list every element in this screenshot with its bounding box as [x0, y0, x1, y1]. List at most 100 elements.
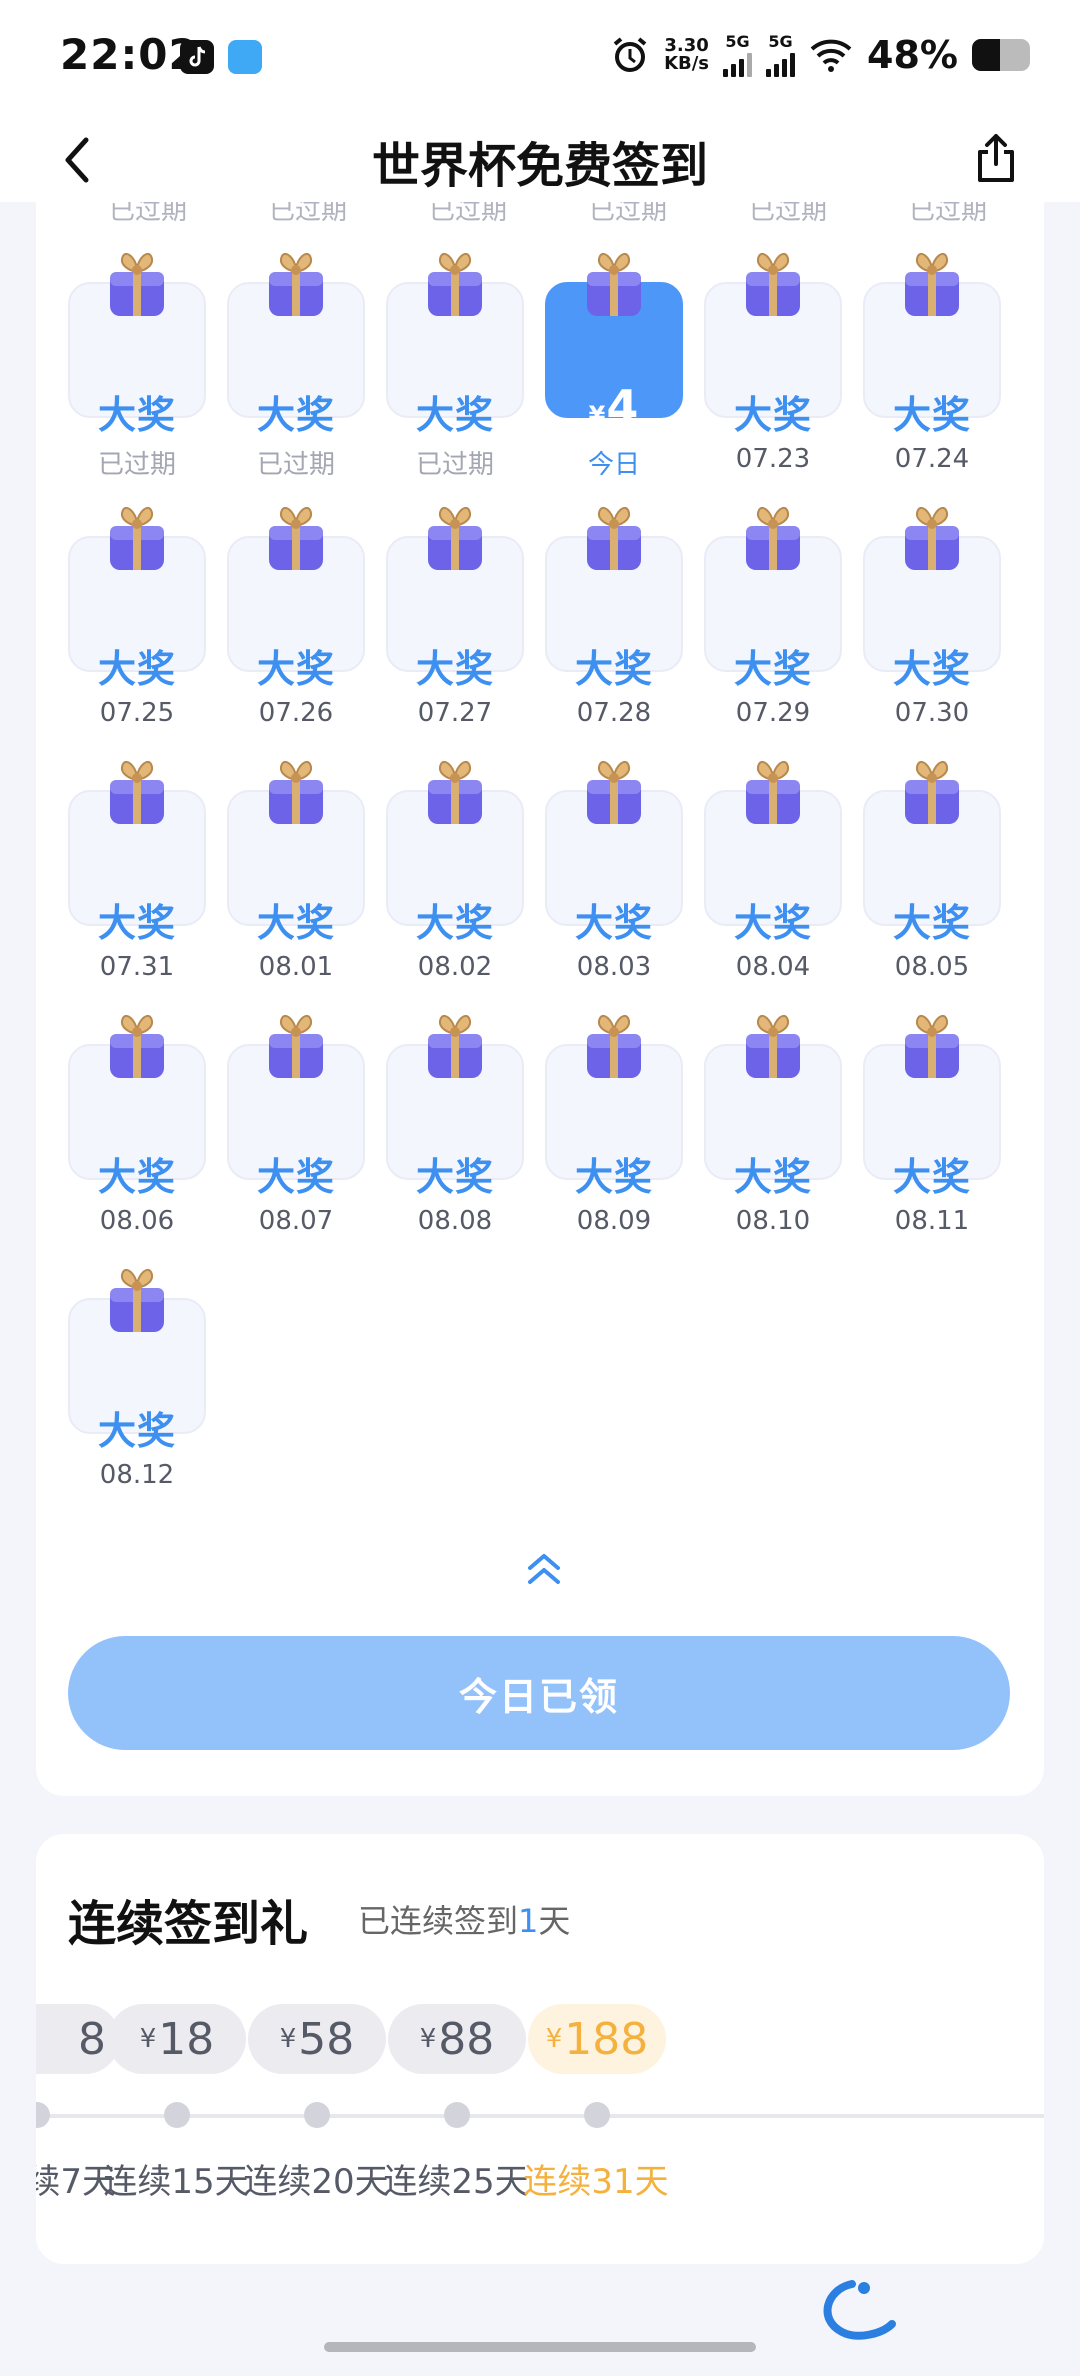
day-cell[interactable]: 大奖 08.12	[68, 1264, 206, 1518]
gift-box-icon	[104, 1264, 170, 1334]
milestone-reward-pill: ¥58	[248, 2004, 386, 2074]
gift-box-icon	[740, 756, 806, 826]
reward-label: 大奖	[256, 901, 335, 945]
sim1-signal: 5G	[723, 32, 753, 77]
reward-label: 大奖	[733, 901, 812, 945]
double-chevron-up-icon[interactable]	[522, 1548, 566, 1588]
reward-label: 大奖	[256, 647, 335, 691]
day-date-label: 07.25	[99, 698, 175, 728]
day-date-label: 08.07	[258, 1206, 334, 1236]
reward-label: 大奖	[574, 1155, 653, 1199]
day-cell[interactable]: 大奖 已过期	[386, 248, 524, 502]
gift-box-icon	[581, 502, 647, 572]
day-cell[interactable]: 大奖 已过期	[68, 248, 206, 502]
gift-box-icon	[104, 756, 170, 826]
gift-box-icon	[104, 502, 170, 572]
day-cell[interactable]: 大奖 07.25	[68, 502, 206, 756]
clipped-date-label: 已过期	[268, 202, 347, 226]
net-speed: 3.30 KB/s	[664, 34, 710, 74]
day-date-label: 08.02	[417, 952, 493, 982]
streak-title: 连续签到礼	[68, 1896, 309, 1952]
day-date-label: 08.05	[894, 952, 970, 982]
status-indicators: 3.30 KB/s 5G 5G 48%	[610, 32, 1030, 77]
day-date-label: 08.10	[735, 1206, 811, 1236]
day-cell[interactable]: 大奖 08.02	[386, 756, 524, 1010]
milestone-node	[444, 2102, 470, 2128]
day-date-label: 今日	[587, 450, 640, 480]
milestone-label: 连续31天	[523, 2162, 669, 2202]
reward-label: 大奖	[97, 647, 176, 691]
gift-box-icon	[581, 756, 647, 826]
currency-symbol: ¥	[588, 401, 607, 429]
reward-label: 大奖	[415, 1155, 494, 1199]
reward-label: 大奖	[97, 393, 176, 437]
day-cell[interactable]: 大奖 08.08	[386, 1010, 524, 1264]
reward-label: 大奖	[892, 901, 971, 945]
day-date-label: 07.29	[735, 698, 811, 728]
day-cell[interactable]: 大奖 07.24	[863, 248, 1001, 502]
day-date-label: 07.30	[894, 698, 970, 728]
day-cell[interactable]: 大奖 07.23	[704, 248, 842, 502]
day-cell[interactable]: 大奖 07.26	[227, 502, 365, 756]
gift-box-icon	[422, 1010, 488, 1080]
day-date-label: 已过期	[256, 450, 335, 480]
day-date-label: 08.01	[258, 952, 334, 982]
page-title: 世界杯免费签到	[371, 138, 708, 194]
gift-box-icon	[422, 248, 488, 318]
reward-label: 大奖	[892, 393, 971, 437]
day-cell[interactable]: 大奖 07.29	[704, 502, 842, 756]
day-date-label: 已过期	[415, 450, 494, 480]
reward-label: 大奖	[574, 647, 653, 691]
gift-box-icon	[899, 756, 965, 826]
milestone-reward-pill: ¥188	[528, 2004, 666, 2074]
battery-level	[972, 38, 1000, 71]
alarm-icon	[613, 36, 647, 72]
gift-box-icon	[899, 248, 965, 318]
day-cell[interactable]: 大奖 08.10	[704, 1010, 842, 1264]
day-cell[interactable]: 大奖 08.01	[227, 756, 365, 1010]
day-date-label: 已过期	[97, 450, 176, 480]
day-cell[interactable]: 大奖 08.11	[863, 1010, 1001, 1264]
day-cell[interactable]: 大奖 07.31	[68, 756, 206, 1010]
day-date-label: 08.06	[99, 1206, 175, 1236]
claim-today-button[interactable]: 今日已领	[68, 1636, 1010, 1750]
day-cell[interactable]: 大奖 07.27	[386, 502, 524, 756]
day-cell[interactable]: 大奖 08.04	[704, 756, 842, 1010]
day-date-label: 07.28	[576, 698, 652, 728]
reward-label: 大奖	[892, 647, 971, 691]
day-date-label: 08.04	[735, 952, 811, 982]
tiktok-app-icon	[180, 40, 214, 74]
milestone-reward-pill: ¥88	[388, 2004, 526, 2074]
battery-percent: 48%	[867, 32, 958, 77]
day-cell[interactable]: ¥4 今日	[545, 248, 683, 502]
milestone-reward-pill: ¥18	[108, 2004, 246, 2074]
checkin-calendar-card: 已过期 已过期 已过期 已过期 已过期 已过期 大奖 已过期 大奖 已过期 大奖 已…	[36, 202, 1044, 1796]
currency-symbol: ¥	[419, 2024, 437, 2054]
home-indicator[interactable]	[324, 2342, 756, 2352]
day-cell[interactable]: 大奖 07.30	[863, 502, 1001, 756]
day-cell[interactable]: 大奖 08.06	[68, 1010, 206, 1264]
share-icon[interactable]	[968, 130, 1024, 186]
day-date-label: 08.08	[417, 1206, 493, 1236]
day-cell[interactable]: 大奖 08.07	[227, 1010, 365, 1264]
gift-box-icon	[740, 502, 806, 572]
status-bar: 22:02 3.30 KB/s 5G 5G 48%	[0, 0, 1080, 118]
day-grid: 大奖 已过期 大奖 已过期 大奖 已过期 ¥4 今日 大奖 07.23 大奖 07.24 大…	[68, 248, 1001, 1518]
gift-box-icon	[581, 248, 647, 318]
day-cell[interactable]: 大奖 08.05	[863, 756, 1001, 1010]
wifi-icon	[810, 39, 852, 72]
sim2-signal: 5G	[766, 32, 796, 77]
reward-label: 大奖	[415, 901, 494, 945]
gift-box-icon	[740, 248, 806, 318]
gift-box-icon	[422, 756, 488, 826]
reward-label: 大奖	[256, 1155, 335, 1199]
day-cell[interactable]: 大奖 08.03	[545, 756, 683, 1010]
clipped-date-label: 已过期	[428, 202, 507, 226]
day-cell[interactable]: 大奖 08.09	[545, 1010, 683, 1264]
clipped-date-label: 已过期	[908, 202, 987, 226]
clipped-date-label: 已过期	[748, 202, 827, 226]
day-date-label: 07.24	[894, 444, 970, 474]
day-cell[interactable]: 大奖 已过期	[227, 248, 365, 502]
day-cell[interactable]: 大奖 07.28	[545, 502, 683, 756]
currency-symbol: ¥	[279, 2024, 297, 2054]
